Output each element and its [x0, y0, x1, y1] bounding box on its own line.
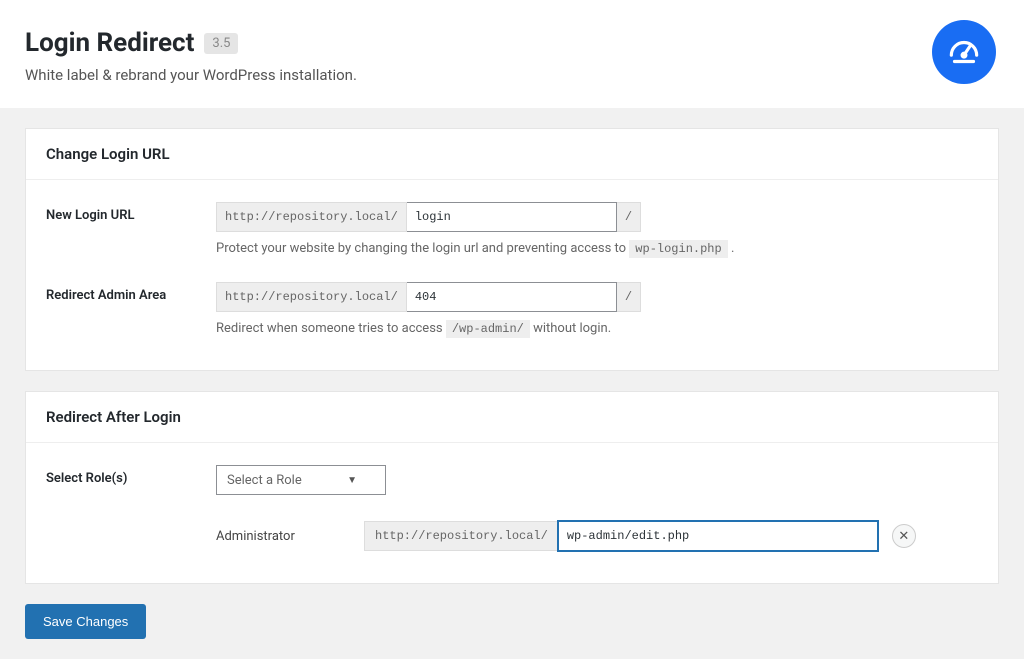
- url-suffix: /: [617, 202, 641, 232]
- redirect-admin-input[interactable]: [407, 282, 617, 312]
- close-icon: ✕: [898, 528, 909, 544]
- field-label: New Login URL: [46, 202, 216, 223]
- redirect-after-login-panel: Redirect After Login Select Role(s) Sele…: [25, 391, 999, 584]
- remove-role-button[interactable]: ✕: [892, 524, 916, 548]
- page-header: Login Redirect 3.5 White label & rebrand…: [0, 0, 1024, 108]
- chevron-down-icon: ▼: [347, 475, 357, 486]
- gauge-icon: [932, 20, 996, 84]
- url-prefix: http://repository.local/: [364, 521, 558, 551]
- save-button[interactable]: Save Changes: [25, 604, 146, 639]
- select-roles-field: Select Role(s) Select a Role ▼ Administr…: [46, 453, 978, 563]
- version-badge: 3.5: [204, 33, 238, 54]
- field-label: Redirect Admin Area: [46, 282, 216, 303]
- panel-title: Change Login URL: [26, 129, 998, 180]
- redirect-admin-area-field: Redirect Admin Area http://repository.lo…: [46, 270, 978, 350]
- change-login-url-panel: Change Login URL New Login URL http://re…: [25, 128, 999, 371]
- url-suffix: /: [617, 282, 641, 312]
- panel-title: Redirect After Login: [26, 392, 998, 443]
- new-login-url-input[interactable]: [407, 202, 617, 232]
- page-title: Login Redirect: [25, 28, 194, 58]
- field-label: Select Role(s): [46, 465, 216, 486]
- role-row-administrator: Administrator http://repository.local/ ✕: [216, 495, 978, 551]
- role-select[interactable]: Select a Role ▼: [216, 465, 386, 495]
- page-subtitle: White label & rebrand your WordPress ins…: [25, 66, 999, 84]
- field-help: Protect your website by changing the log…: [216, 240, 978, 258]
- url-prefix: http://repository.local/: [216, 202, 407, 232]
- role-name: Administrator: [216, 529, 364, 544]
- select-placeholder: Select a Role: [227, 473, 302, 488]
- new-login-url-field: New Login URL http://repository.local/ /…: [46, 190, 978, 270]
- url-prefix: http://repository.local/: [216, 282, 407, 312]
- role-redirect-input[interactable]: [558, 521, 878, 551]
- field-help: Redirect when someone tries to access /w…: [216, 320, 978, 338]
